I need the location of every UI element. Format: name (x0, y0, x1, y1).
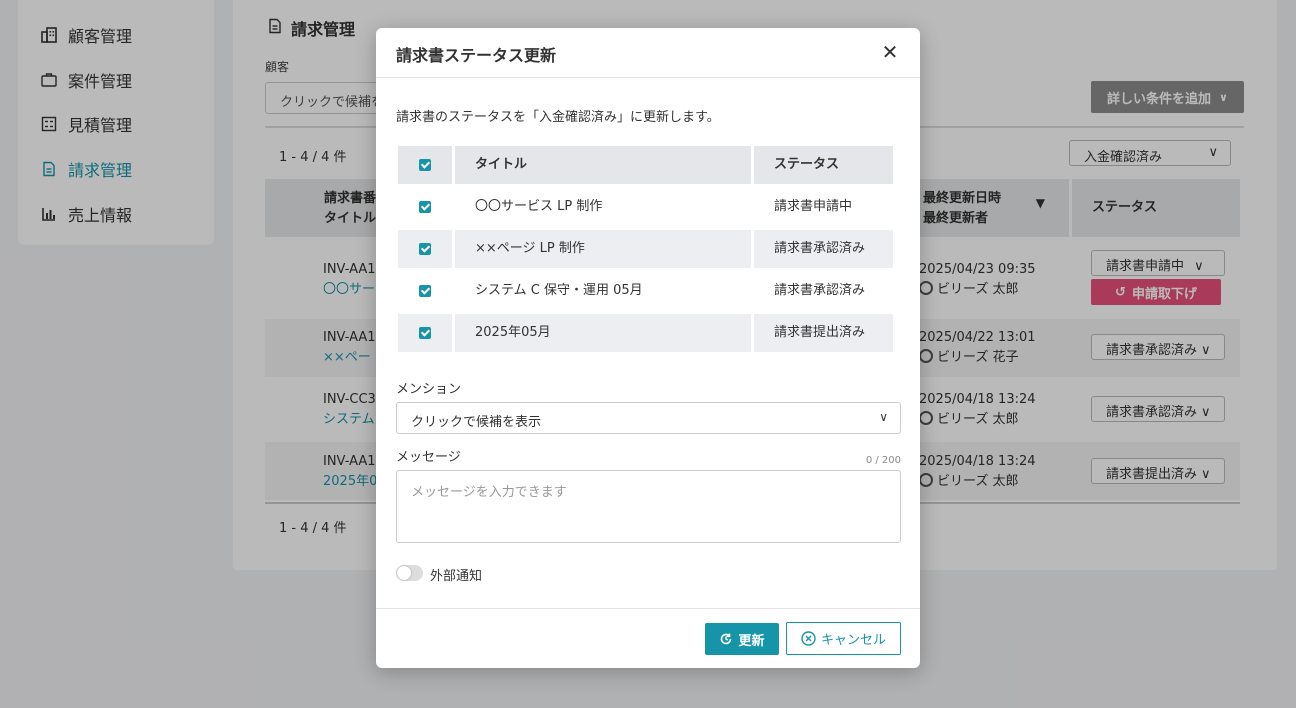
row-checkbox[interactable] (419, 285, 431, 297)
row-title: システム C 保守・運用 05月 (475, 283, 643, 298)
header-title: タイトル (455, 146, 751, 184)
message-placeholder: メッセージを入力できます (411, 485, 567, 500)
row-checkbox[interactable] (419, 201, 431, 213)
mention-placeholder: クリックで候補を表示 (411, 415, 542, 430)
cancel-label: キャンセル (820, 633, 886, 648)
header-status: ステータス (754, 146, 893, 184)
select-all-checkbox[interactable] (419, 159, 431, 171)
table-row: 〇〇サービス LP 制作 請求書申請中 (398, 188, 894, 226)
external-notify-label: 外部通知 (430, 569, 483, 584)
row-title: ××ページ LP 制作 (455, 230, 751, 268)
row-title: 〇〇サービス LP 制作 (475, 199, 603, 214)
mention-label: メンション (396, 382, 462, 397)
table-header: タイトル ステータス (398, 146, 894, 184)
row-status: 請求書承認済み (754, 230, 893, 268)
row-checkbox[interactable] (419, 243, 431, 255)
cancel-button[interactable]: キャンセル (786, 622, 901, 655)
update-button[interactable]: 更新 (705, 623, 779, 655)
row-checkbox[interactable] (419, 327, 431, 339)
row-status: 請求書承認済み (774, 283, 866, 298)
refresh-icon (719, 632, 733, 646)
modal-title: 請求書ステータス更新 (396, 46, 557, 65)
mention-select[interactable]: クリックで候補を表示 ∨ (396, 402, 901, 434)
message-label: メッセージ (396, 450, 461, 465)
close-icon[interactable]: ✕ (880, 42, 900, 62)
status-update-modal: 請求書ステータス更新 ✕ 請求書のステータスを「入金確認済み」に更新します。 タ… (376, 28, 920, 668)
table-row: ××ページ LP 制作 請求書承認済み (398, 230, 894, 268)
row-status: 請求書提出済み (754, 314, 893, 352)
message-char-counter: 0 / 200 (865, 455, 901, 466)
update-label: 更新 (738, 633, 765, 649)
row-status: 請求書申請中 (774, 199, 853, 214)
chevron-down-icon: ∨ (879, 410, 888, 424)
message-textarea[interactable]: メッセージを入力できます (396, 470, 901, 543)
modal-description: 請求書のステータスを「入金確認済み」に更新します。 (396, 110, 720, 125)
external-notify-toggle[interactable] (396, 565, 423, 581)
cancel-circle-icon (801, 631, 816, 646)
row-title: 2025年05月 (455, 314, 751, 352)
table-row: システム C 保守・運用 05月 請求書承認済み (398, 272, 894, 310)
divider (376, 608, 920, 609)
divider (376, 77, 920, 78)
table-row: 2025年05月 請求書提出済み (398, 314, 894, 352)
select-all-cell (398, 146, 452, 184)
